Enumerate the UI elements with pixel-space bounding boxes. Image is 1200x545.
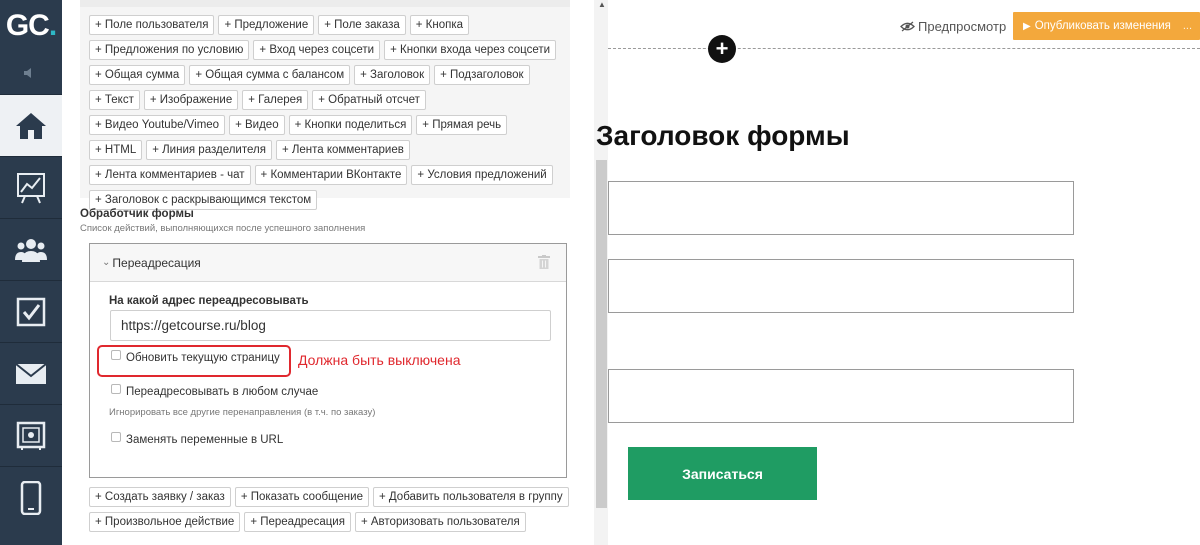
- add-chip[interactable]: + Поле пользователя: [89, 15, 215, 35]
- scroll-up-icon[interactable]: ▲: [597, 0, 607, 10]
- logo-letters: GC: [5, 9, 50, 42]
- add-chip[interactable]: + Создать заявку / заказ: [89, 487, 231, 507]
- always-redirect-checkbox[interactable]: [111, 384, 121, 394]
- app-root: GC. + Поле пользователя + Предложение + …: [0, 0, 1200, 545]
- add-chip[interactable]: + Заголовок: [354, 65, 431, 85]
- more-icon: ...: [1182, 20, 1192, 32]
- add-chip[interactable]: + Предложения по условию: [89, 40, 250, 60]
- handler-subtitle: Список действий, выполняющихся после усп…: [80, 223, 366, 234]
- trash-icon[interactable]: [538, 255, 550, 274]
- nav-item-safe[interactable]: [0, 404, 62, 466]
- replace-vars-label: Заменять переменные в URL: [126, 434, 284, 446]
- logo-text: GC.: [5, 9, 57, 43]
- form-input-3[interactable]: [608, 369, 1074, 423]
- chart-icon: [17, 172, 45, 203]
- annotation-text: Должна быть выключена: [298, 352, 461, 368]
- play-icon: ▶: [1023, 20, 1031, 32]
- speaker-icon: [24, 68, 31, 78]
- home-icon: [16, 112, 46, 139]
- add-block-icon[interactable]: +: [708, 35, 736, 63]
- add-chip[interactable]: + Переадресация: [244, 512, 351, 532]
- add-chip[interactable]: + Видео Youtube/Vimeo: [89, 115, 226, 135]
- publish-button[interactable]: ▶ Опубликовать изменения ...: [1013, 12, 1200, 40]
- mobile-icon: [20, 480, 42, 515]
- action-chip-list: + Создать заявку / заказ + Показать сообщ…: [89, 487, 579, 537]
- handler-title: Обработчик формы: [80, 208, 194, 220]
- nav-item-mobile[interactable]: [0, 466, 62, 528]
- add-chip[interactable]: + Вход через соцсети: [253, 40, 381, 60]
- add-chip[interactable]: + Прямая речь: [416, 115, 508, 135]
- nav-item-analytics[interactable]: [0, 156, 62, 218]
- add-chip[interactable]: + Условия предложений: [411, 165, 553, 185]
- always-redirect-option: Переадресовывать в любом случае: [111, 384, 319, 398]
- add-chip[interactable]: + Изображение: [143, 90, 239, 110]
- blocks-chip-list: + Поле пользователя + Предложение + Поле з…: [89, 15, 561, 215]
- add-chip[interactable]: + HTML: [89, 140, 143, 160]
- nav-item-home[interactable]: [0, 94, 62, 156]
- replace-vars-checkbox[interactable]: [111, 432, 121, 442]
- chevron-down-icon: ⌄: [102, 257, 111, 268]
- add-chip[interactable]: + Комментарии ВКонтакте: [254, 165, 408, 185]
- mute-icon[interactable]: [0, 52, 62, 94]
- add-chip[interactable]: + Произвольное действие: [89, 512, 241, 532]
- add-chip[interactable]: + Линия разделителя: [146, 140, 272, 160]
- add-chip[interactable]: + Показать сообщение: [234, 487, 369, 507]
- add-chip[interactable]: + Кнопки входа через соцсети: [384, 40, 557, 60]
- always-redirect-label: Переадресовывать в любом случае: [126, 386, 319, 398]
- page-preview: Предпросмотр ▶ Опубликовать изменения ..…: [596, 0, 1200, 545]
- nav-item-mail[interactable]: [0, 342, 62, 404]
- form-input-1[interactable]: [608, 181, 1074, 235]
- add-chip[interactable]: + Добавить пользователя в группу: [372, 487, 569, 507]
- safe-icon: [16, 421, 46, 450]
- preview-label: Предпросмотр: [918, 19, 1007, 34]
- form-input-2[interactable]: [608, 259, 1074, 313]
- url-label: На какой адрес переадресовывать: [109, 295, 309, 307]
- add-chip[interactable]: + Кнопки поделиться: [288, 115, 413, 135]
- always-redirect-hint: Игнорировать все другие перенаправления …: [109, 407, 376, 418]
- add-chip[interactable]: + Кнопка: [409, 15, 470, 35]
- checkbox-icon: [16, 297, 46, 326]
- add-chip[interactable]: + Подзаголовок: [434, 65, 530, 85]
- add-chip[interactable]: + Обратный отсчет: [312, 90, 426, 110]
- add-chip[interactable]: + Общая сумма: [89, 65, 186, 85]
- trash-glyph: [538, 255, 550, 269]
- logo[interactable]: GC.: [0, 0, 62, 52]
- submit-label: Записаться: [682, 465, 763, 482]
- settings-panel: + Поле пользователя + Предложение + Поле з…: [62, 0, 608, 545]
- action-palette: + Создать заявку / заказ + Показать сообщ…: [89, 487, 579, 537]
- users-icon: [15, 238, 47, 262]
- add-chip[interactable]: + Лента комментариев: [275, 140, 410, 160]
- mail-icon: [15, 362, 47, 384]
- submit-button[interactable]: Записаться: [628, 447, 817, 500]
- add-chip[interactable]: + Поле заказа: [318, 15, 406, 35]
- add-chip[interactable]: + Видео: [229, 115, 285, 135]
- eye-icon: [900, 21, 915, 32]
- nav-item-tasks[interactable]: [0, 280, 62, 342]
- blocks-palette: + Поле пользователя + Предложение + Поле з…: [80, 0, 570, 210]
- redirect-card-header[interactable]: ⌄ Переадресация: [90, 244, 566, 282]
- preview-link[interactable]: Предпросмотр: [900, 19, 1006, 34]
- add-chip[interactable]: + Предложение: [218, 15, 315, 35]
- redirect-url-input[interactable]: [110, 310, 551, 341]
- block-divider: [608, 48, 1200, 49]
- add-chip[interactable]: + Авторизовать пользователя: [354, 512, 526, 532]
- replace-vars-option: Заменять переменные в URL: [111, 432, 284, 446]
- form-title: Заголовок формы: [596, 120, 850, 151]
- left-nav: GC.: [0, 0, 62, 545]
- publish-label: Опубликовать изменения: [1034, 20, 1171, 32]
- add-chip[interactable]: + Заголовок с раскрывающимся текстом: [89, 190, 318, 210]
- panel-scroll-thumb[interactable]: [596, 160, 607, 508]
- nav-item-users[interactable]: [0, 218, 62, 280]
- add-chip[interactable]: + Галерея: [242, 90, 309, 110]
- highlight-frame: [97, 345, 291, 377]
- redirect-card-title: Переадресация: [112, 255, 201, 270]
- add-chip[interactable]: + Лента комментариев - чат: [89, 165, 251, 185]
- logo-dot: .: [48, 9, 57, 42]
- add-chip[interactable]: + Общая сумма с балансом: [189, 65, 351, 85]
- add-chip[interactable]: + Текст: [89, 90, 140, 110]
